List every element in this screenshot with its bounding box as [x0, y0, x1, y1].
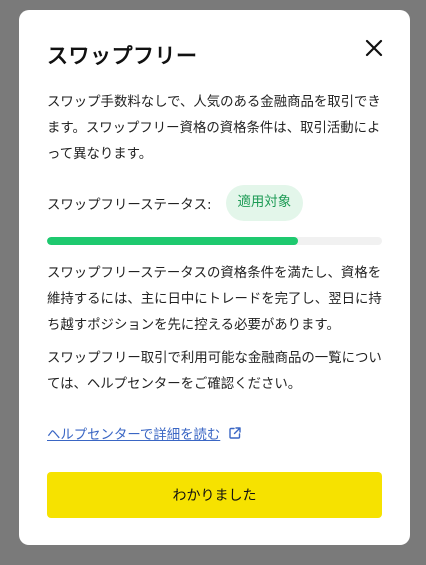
intro-text: スワップ手数料なしで、人気のある金融商品を取引できます。スワップフリー資格の資格…: [47, 95, 381, 162]
status-progress-bar: [47, 237, 382, 245]
help-center-link[interactable]: ヘルプセンターで詳細を読む: [47, 423, 242, 443]
products-note-text: スワップフリー取引で利用可能な金融商品の一覧については、ヘルプセンターをご確認く…: [47, 351, 382, 392]
external-link-icon: [228, 426, 242, 440]
close-button[interactable]: [362, 36, 386, 60]
status-label: スワップフリーステータス:: [47, 198, 212, 213]
status-progress-fill: [47, 237, 299, 245]
close-icon: [362, 36, 386, 60]
status-row: スワップフリーステータス: 適用対象: [47, 185, 387, 221]
swap-free-modal: スワップフリー スワップ手数料なしで、人気のある金融商品を取引できます。スワップ…: [19, 10, 410, 545]
help-center-link-label: ヘルプセンターで詳細を読む: [47, 428, 221, 443]
status-badge: 適用対象: [225, 185, 304, 221]
confirm-button[interactable]: わかりました: [47, 472, 382, 518]
conditions-text: スワップフリーステータスの資格条件を満たし、資格を維持するには、主に日中にトレー…: [47, 266, 382, 333]
modal-title: スワップフリー: [47, 44, 198, 68]
